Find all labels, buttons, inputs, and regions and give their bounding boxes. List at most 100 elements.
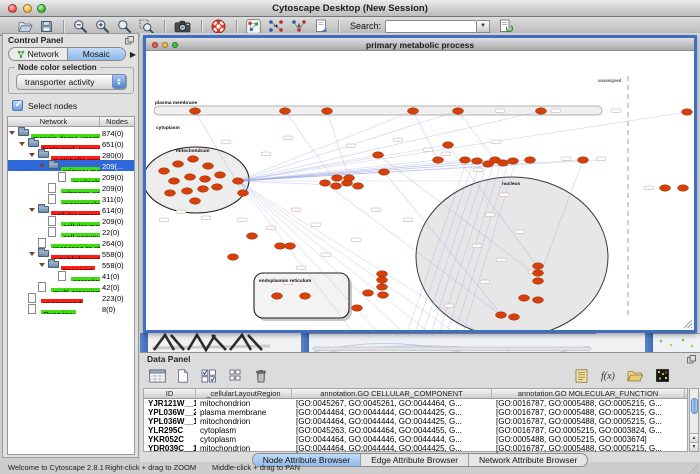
zoom-fit-button[interactable] (117, 18, 132, 35)
network-node[interactable] (212, 184, 223, 190)
new-attribute-button[interactable] (173, 366, 193, 385)
network-node[interactable] (533, 270, 544, 276)
tree-row[interactable]: biological_process651(0) (8, 138, 134, 149)
network-node[interactable] (408, 108, 419, 114)
network-node[interactable] (460, 157, 471, 163)
network-node[interactable] (378, 292, 389, 298)
network-node[interactable] (332, 175, 343, 181)
network-node[interactable] (165, 190, 176, 196)
tree-header-nodes[interactable]: Nodes (100, 117, 134, 126)
network-node[interactable] (433, 157, 444, 163)
layout-tool-a-button[interactable] (268, 18, 284, 35)
select-nodes-checkbox[interactable] (12, 100, 23, 111)
network-node[interactable] (377, 277, 388, 283)
network-node[interactable] (247, 233, 258, 239)
network-node[interactable] (472, 158, 483, 164)
network-node[interactable] (320, 180, 331, 186)
tree-header-network[interactable]: Network (8, 117, 100, 126)
attribute-list-button[interactable] (571, 366, 591, 385)
network-node[interactable] (190, 108, 201, 114)
tree-row[interactable]: response to stimulu264(0) (8, 237, 134, 248)
network-view-window[interactable]: primary metabolic process (143, 35, 697, 333)
tree-row[interactable]: metabolic process280(0) (8, 149, 134, 160)
table-scrollbar[interactable]: ▲ ▼ (689, 388, 699, 452)
tree-row[interactable]: cellular metabo209(0) (8, 215, 134, 226)
select-attributes-button[interactable] (199, 366, 219, 385)
tree-row[interactable]: multi-organism pro42(0) (8, 281, 134, 292)
attribute-table[interactable]: ID_cellularLayoutRegionannotation.GO CEL… (143, 388, 688, 452)
network-node[interactable] (215, 172, 226, 178)
network-node[interactable] (453, 108, 464, 114)
network-node[interactable] (275, 243, 286, 249)
network-node[interactable] (377, 284, 388, 290)
float-panel-icon[interactable] (125, 36, 134, 45)
network-node[interactable] (173, 161, 184, 167)
tree-row[interactable]: unassigned223(0) (8, 292, 134, 303)
table-row[interactable]: YJR121W__1mitochondrion[GO:0045267, GO:0… (144, 399, 687, 408)
zoom-out-button[interactable] (73, 18, 88, 35)
network-canvas-svg[interactable]: plasma membrane cytoplasm mitochondrion … (146, 51, 694, 330)
table-column-header[interactable]: ID (144, 389, 196, 398)
table-row[interactable]: YLR295Ccytoplasm[GO:0045263, GO:0044464,… (144, 426, 687, 435)
network-canvas[interactable]: plasma membrane cytoplasm mitochondrion … (146, 51, 694, 330)
tree-expander-icon[interactable] (29, 153, 35, 157)
network-node[interactable] (682, 109, 693, 115)
tree-row[interactable]: establishment of lo558(0) (8, 248, 134, 259)
tree-row[interactable]: secretion41(0) (8, 270, 134, 281)
tree-row[interactable]: mosaic-demo-yeast874(0) (8, 127, 134, 138)
delete-attribute-button[interactable] (251, 366, 271, 385)
node-color-dropdown[interactable]: transporter activity ▲▼ (16, 74, 127, 90)
network-node[interactable] (496, 312, 507, 318)
network-node[interactable] (300, 293, 311, 299)
network-node[interactable] (536, 108, 547, 114)
network-node[interactable] (238, 190, 249, 196)
tab-overflow-arrow-icon[interactable]: ▶ (130, 50, 136, 59)
network-node[interactable] (200, 176, 211, 182)
tree-row[interactable]: cell communicat22(0) (8, 226, 134, 237)
table-row[interactable]: YDR039C__1mitochondrion[GO:0044464, GO:0… (144, 444, 687, 453)
network-node[interactable] (233, 178, 244, 184)
tree-row[interactable]: primary metabo209(... (8, 160, 134, 171)
scroll-down-arrow[interactable]: ▼ (690, 442, 698, 451)
network-node[interactable] (203, 163, 214, 169)
table-column-header[interactable]: _cellularLayoutRegion (196, 389, 292, 398)
import-attributes-button[interactable] (499, 18, 514, 35)
snapshot-button[interactable] (174, 18, 191, 35)
network-overview-button[interactable] (246, 18, 261, 35)
network-node[interactable] (280, 108, 291, 114)
zoom-in-button[interactable] (95, 18, 110, 35)
network-node[interactable] (190, 198, 201, 204)
help-button[interactable] (211, 18, 226, 35)
search-dropdown-button[interactable]: ▼ (477, 20, 490, 33)
network-node[interactable] (533, 297, 544, 303)
resize-grip-icon[interactable] (684, 320, 692, 328)
tab-network[interactable]: Network (9, 48, 67, 60)
window-resize-grip[interactable] (689, 463, 699, 473)
network-window-titlebar[interactable]: primary metabolic process (146, 38, 694, 51)
network-node[interactable] (379, 169, 390, 175)
table-row[interactable]: YPL036W__1mitochondrion[GO:0044464, GO:0… (144, 417, 687, 426)
network-node[interactable] (525, 157, 536, 163)
tab-mosaic[interactable]: Mosaic (67, 48, 126, 60)
network-node[interactable] (533, 263, 544, 269)
tree-row[interactable]: cellular process614(0) (8, 204, 134, 215)
network-node[interactable] (508, 158, 519, 164)
network-node[interactable] (169, 178, 180, 184)
tree-row[interactable]: macromolecule311(0) (8, 193, 134, 204)
annotation-button[interactable] (314, 18, 328, 35)
layout-tool-b-button[interactable] (291, 18, 307, 35)
network-node[interactable] (285, 243, 296, 249)
zoom-selected-button[interactable] (139, 18, 154, 35)
network-node[interactable] (331, 183, 342, 189)
network-node[interactable] (363, 290, 374, 296)
network-node[interactable] (322, 108, 333, 114)
scrollbar-thumb[interactable] (691, 398, 698, 414)
network-node[interactable] (159, 168, 170, 174)
network-node[interactable] (533, 278, 544, 284)
network-node[interactable] (377, 271, 388, 277)
tree-expander-icon[interactable] (19, 142, 25, 146)
network-node[interactable] (578, 157, 589, 163)
search-input[interactable] (385, 20, 477, 33)
network-node[interactable] (353, 183, 364, 189)
network-node[interactable] (443, 142, 454, 148)
